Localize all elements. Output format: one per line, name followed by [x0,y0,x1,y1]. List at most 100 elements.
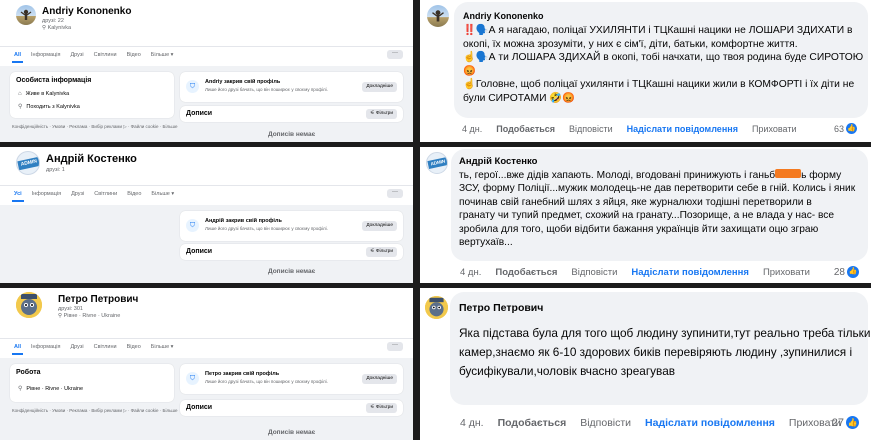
tab-friends[interactable]: Друзі [70,47,83,63]
comment-line: ‼️🗣️А я нагадаю, поліцаї УХИЛЯНТИ і ТЦКа… [463,25,853,36]
shield-icon: ⛉ [186,372,199,385]
no-posts-label: Дописів немає [268,268,316,275]
profile-name: Андрій Костенко [46,153,137,165]
commenter-avatar[interactable] [427,5,449,27]
comment-line-end: ь форму [801,170,842,181]
commenter-avatar[interactable]: ADMIN [426,152,448,174]
send-message-link[interactable]: Надіслати повідомлення [631,267,749,278]
reply-link[interactable]: Відповісти [571,267,617,278]
comment-line: починав свій ганебний шлях з яйця, яке ж… [459,196,812,208]
tab-info[interactable]: Інформація [31,339,60,355]
location-line: ⚲ Рівне · Rivne · Ukraine [58,313,120,319]
comment-line: ть, герої...вже дідів хапають. Молоді, в… [459,169,864,182]
filters-button[interactable]: ⚟ Фільтри [366,403,397,413]
comment-line: Яка підстава була для того щоб людину зу… [459,326,871,340]
comment-line: ЗСУ, форму Поліції...мужик молодець-не д… [459,183,856,195]
tab-more[interactable]: Більше ▾ [151,186,174,202]
tab-all[interactable]: All [11,47,24,63]
footer-links[interactable]: Конфіденційність · Умови · Реклама · Виб… [12,124,178,130]
thumbs-up-icon: 👍 [847,266,859,278]
tab-info[interactable]: Інформація [32,186,61,202]
locked-profile-card: ⛉ Петро закрив свій профіль Лише його др… [180,364,403,394]
tab-more[interactable]: Більше ▾ [151,339,174,355]
info-text: Рівне · Rivne · Ukraine [26,385,84,392]
send-message-link[interactable]: Надіслати повідомлення [627,124,738,134]
person-figure-icon [20,9,32,20]
hide-link[interactable]: Приховати [763,267,810,278]
comment-actions: 4 дн. Подобається Відповісти Надіслати п… [460,417,855,429]
filters-button[interactable]: ⚟ Фільтри [366,109,397,119]
details-button[interactable]: Докладніше [362,374,397,384]
friends-count[interactable]: друзі: 1 [46,167,65,173]
avatar[interactable] [16,292,42,318]
filters-button[interactable]: ⚟ Фільтри [366,247,397,257]
avatar[interactable]: ADMIN [16,151,40,175]
comment-line-start: ть, герої...вже дідів хапають. Молоді, в… [459,170,776,181]
tab-photos[interactable]: Світлини [94,47,117,63]
like-count[interactable]: 63 👍 [834,123,857,134]
locked-subtitle: Лише його друзі бачать, що він поширює у… [205,379,328,384]
like-link[interactable]: Подобається [498,417,567,429]
avatar[interactable] [16,5,36,25]
like-link[interactable]: Подобається [495,267,557,278]
tab-photos[interactable]: Світлини [94,339,117,355]
location-pin-icon: ⚲ [18,104,23,110]
profile-panel-2: ADMIN Андрій Костенко друзі: 1 Усі Інфор… [0,147,413,283]
tab-videos[interactable]: Відео [127,47,141,63]
details-button[interactable]: Докладніше [362,82,397,92]
comment-author[interactable]: Andriy Kononenko [463,11,544,21]
like-count[interactable]: 27 👍 [832,416,859,429]
friends-count[interactable]: друзі: 301 [58,306,83,312]
more-options-button[interactable]: ··· [387,342,403,351]
comment-bubble: Андрій Костенко ть, герої...вже дідів ха… [451,149,868,261]
posts-title: Дописи [186,404,213,411]
locked-title: Andriy закрив свій профіль [205,79,281,85]
comment-panel-3: Петро Петрович Яка підстава була для тог… [420,288,871,440]
comment-time: 4 дн. [462,124,483,134]
location-line: ⚲ Kalynivka [42,25,71,31]
comment-line: ☝️Головне, щоб поліцаї ухилянти і ТЦКашн… [463,79,855,91]
tab-photos[interactable]: Світлини [94,186,117,202]
like-count[interactable]: 28 👍 [834,266,859,278]
locked-title: Андрій закрив свій профіль [205,218,282,224]
comment-text: ‼️🗣️А я нагадаю, поліцаї УХИЛЯНТИ і ТЦКа… [463,24,863,105]
comment-panel-1: Andriy Kononenko ‼️🗣️А я нагадаю, поліца… [420,0,871,142]
locked-subtitle: Лише його друзі бачать, що він поширює у… [205,226,328,231]
send-message-link[interactable]: Надіслати повідомлення [645,417,775,429]
profile-tabs: Усі Інформація Друзі Світлини Відео Біль… [0,185,413,202]
hide-link[interactable]: Приховати [752,124,797,134]
posts-header-card: Дописи ⚟ Фільтри [180,244,403,260]
tab-all[interactable]: All [11,339,24,355]
comment-author[interactable]: Петро Петрович [459,302,543,314]
friends-count[interactable]: друзі: 22 [42,18,64,24]
comment-line: зробила для того, щоби відбити бажання у… [459,223,819,235]
profile-tabs: All Інформація Друзі Світлини Відео Біль… [0,338,413,355]
filters-label: Фільтри [375,111,393,116]
work-info-card: Робота ⚲ Рівне · Rivne · Ukraine [10,364,174,402]
like-link[interactable]: Подобається [496,124,555,134]
reply-link[interactable]: Відповісти [580,417,631,429]
reply-link[interactable]: Відповісти [569,124,613,134]
comment-bubble: Петро Петрович Яка підстава була для тог… [450,292,871,405]
tab-friends[interactable]: Друзі [70,339,83,355]
shield-icon: ⛉ [186,219,199,232]
commenter-avatar[interactable] [425,296,448,319]
more-options-button[interactable]: ··· [387,50,403,59]
tab-friends[interactable]: Друзі [71,186,84,202]
tab-all[interactable]: Усі [12,186,24,202]
tab-more[interactable]: Більше ▾ [151,47,174,63]
like-count-number: 27 [831,416,844,429]
footer-links[interactable]: Конфіденційність · Умови · Реклама · Виб… [12,408,178,414]
comment-author[interactable]: Андрій Костенко [459,156,537,167]
more-options-button[interactable]: ··· [387,189,403,198]
tab-info[interactable]: Інформація [31,47,60,63]
details-button[interactable]: Докладніше [362,221,397,231]
comment-line: окопі, їх можна зрозуміти, у них є сім'ї… [463,38,798,50]
home-icon: ⌂ [18,91,22,97]
comment-line: 😡 [463,65,476,77]
info-row: ⚲ Рівне · Rivne · Ukraine [18,385,84,393]
like-count-number: 28 [833,266,845,278]
posts-header-card: Дописи ⚟ Фільтри [180,400,403,416]
tab-videos[interactable]: Відео [127,339,141,355]
tab-videos[interactable]: Відео [127,186,141,202]
